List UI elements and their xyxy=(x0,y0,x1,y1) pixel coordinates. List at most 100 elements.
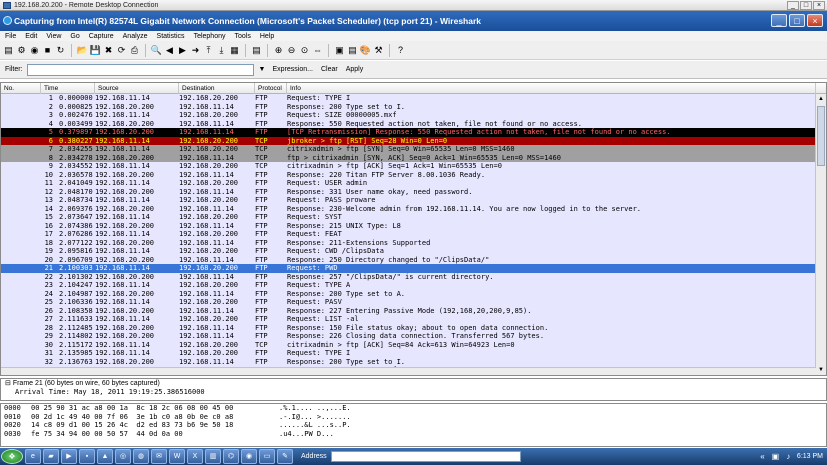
packet-row[interactable]: 32 2.136763 192.168.20.200 192.168.11.14 FTP… xyxy=(1,357,826,366)
column-header-info[interactable]: Info xyxy=(287,83,816,94)
packet-row[interactable]: 5 0.379897 192.168.20.200 192.168.11.14 FTP[… xyxy=(1,128,826,137)
save-file-icon[interactable]: 💾 xyxy=(90,45,101,56)
taskbar-excel-icon[interactable]: X xyxy=(187,449,203,464)
close-button[interactable]: × xyxy=(807,14,823,27)
packet-row[interactable]: 14 2.069376 192.168.20.200 192.168.11.14 FTP… xyxy=(1,204,826,213)
packet-row[interactable]: 30 2.115172 192.168.11.14 192.168.20.200 TCP… xyxy=(1,340,826,349)
filter-input[interactable] xyxy=(26,63,254,76)
interface-list-icon[interactable]: ▤ xyxy=(3,45,14,56)
resize-columns-icon[interactable]: ⇔ xyxy=(312,45,323,56)
packet-row[interactable]: 3 0.002476 192.168.11.14 192.168.20.200 FTP R… xyxy=(1,111,826,120)
taskbar-network-icon[interactable]: ⌬ xyxy=(223,449,239,464)
minimize-button[interactable]: _ xyxy=(771,14,787,27)
packet-row[interactable]: 12 2.048170 192.168.20.200 192.168.11.14 FTP… xyxy=(1,187,826,196)
detail-arrival-row[interactable]: Arrival Time: May 18, 2011 19:19:25.3865… xyxy=(1,388,826,397)
menu-statistics[interactable]: Statistics xyxy=(157,33,185,40)
packet-row[interactable]: 24 2.104987 192.168.20.200 192.168.11.14 FTP… xyxy=(1,289,826,298)
taskbar-cmd-icon[interactable]: ▪ xyxy=(79,449,95,464)
menu-analyze[interactable]: Analyze xyxy=(123,33,148,40)
detail-frame-row[interactable]: ⊟ Frame 21 (60 bytes on wire, 60 bytes c… xyxy=(1,379,826,388)
packet-row[interactable]: 8 2.034278 192.168.20.200 192.168.11.14 TCP f… xyxy=(1,153,826,162)
packet-row[interactable]: 25 2.106336 192.168.11.14 192.168.20.200 FTP… xyxy=(1,298,826,307)
go-last-icon[interactable]: ⤓ xyxy=(216,45,227,56)
column-header-destination[interactable]: Destination xyxy=(179,83,255,94)
colorize-icon[interactable]: ▦ xyxy=(229,45,240,56)
go-forward-icon[interactable]: ▶ xyxy=(177,45,188,56)
close-file-icon[interactable]: ✖ xyxy=(103,45,114,56)
reload-icon[interactable]: ⟳ xyxy=(116,45,127,56)
taskbar-firefox-icon[interactable]: ◍ xyxy=(133,449,149,464)
menu-file[interactable]: File xyxy=(5,33,16,40)
packet-row[interactable]: 9 2.034552 192.168.11.14 192.168.20.200 TCP c… xyxy=(1,162,826,171)
menu-go[interactable]: Go xyxy=(70,33,79,40)
network-tray-icon[interactable]: ▣ xyxy=(771,452,780,461)
apply-button[interactable]: Apply xyxy=(344,66,366,73)
zoom-in-icon[interactable]: ⊕ xyxy=(273,45,284,56)
packet-row[interactable]: 29 2.114802 192.168.20.200 192.168.11.14 FTP… xyxy=(1,332,826,341)
autoscroll-icon[interactable]: ▤ xyxy=(251,45,262,56)
packet-row[interactable]: 28 2.112485 192.168.20.200 192.168.11.14 FTP… xyxy=(1,323,826,332)
packet-row[interactable]: 21 2.100303 192.168.11.14 192.168.20.200 FTP… xyxy=(1,264,826,273)
packet-list[interactable]: No. Time Source Destination Protocol Inf… xyxy=(0,82,827,376)
packet-row[interactable]: 31 2.135985 192.168.11.14 192.168.20.200 FTP… xyxy=(1,349,826,358)
hex-row[interactable]: 0010 00 2d 1c 49 40 00 7f 06 3e 1b c0 a8 … xyxy=(1,413,826,422)
menu-tools[interactable]: Tools xyxy=(234,33,250,40)
column-header-no[interactable]: No. xyxy=(1,83,41,94)
scroll-up-icon[interactable]: ▲ xyxy=(817,95,825,103)
help-icon[interactable]: ? xyxy=(395,45,406,56)
address-input[interactable] xyxy=(330,451,521,462)
packet-row[interactable]: 2 0.000825 192.168.20.200 192.168.11.14 FTP R… xyxy=(1,102,826,111)
go-first-icon[interactable]: ⤒ xyxy=(203,45,214,56)
preferences-icon[interactable]: ⚒ xyxy=(373,45,384,56)
go-to-packet-icon[interactable]: ➜ xyxy=(190,45,201,56)
packet-row[interactable]: 4 0.003499 192.168.20.200 192.168.11.14 FTP R… xyxy=(1,119,826,128)
scroll-thumb[interactable] xyxy=(817,106,825,166)
filter-dropdown-icon[interactable]: ▼ xyxy=(258,64,267,76)
taskbar-vlc-icon[interactable]: ▲ xyxy=(97,449,113,464)
taskbar-vmware-icon[interactable]: ▥ xyxy=(205,449,221,464)
packet-bytes[interactable]: 0000 00 25 90 31 ac a8 00 1a 8c 18 2c 06 … xyxy=(0,403,827,447)
packet-list-vscrollbar[interactable]: ▲ ▼ xyxy=(815,94,826,375)
restart-capture-icon[interactable]: ↻ xyxy=(55,45,66,56)
rdp-minimize-button[interactable]: _ xyxy=(787,1,799,10)
open-file-icon[interactable]: 📂 xyxy=(77,45,88,56)
packet-details[interactable]: ⊟ Frame 21 (60 bytes on wire, 60 bytes c… xyxy=(0,378,827,401)
packet-row[interactable]: 20 2.096709 192.168.20.200 192.168.11.14 FTP… xyxy=(1,255,826,264)
menu-help[interactable]: Help xyxy=(260,33,274,40)
tray-arrow-icon[interactable]: « xyxy=(758,452,767,461)
packet-row[interactable]: 6 0.380227 192.168.11.14 192.168.20.200 TCP j… xyxy=(1,136,826,145)
packet-row[interactable]: 17 2.076286 192.168.11.14 192.168.20.200 FTP… xyxy=(1,230,826,239)
clock[interactable]: 6:13 PM xyxy=(797,453,823,460)
taskbar-media-icon[interactable]: ▶ xyxy=(61,449,77,464)
maximize-button[interactable]: □ xyxy=(789,14,805,27)
hex-row[interactable]: 0020 14 c8 09 d1 00 15 26 4c d2 ed 83 73 … xyxy=(1,421,826,430)
packet-row[interactable]: 10 2.036578 192.168.20.200 192.168.11.14 FTP… xyxy=(1,170,826,179)
taskbar-folder-icon[interactable]: ▰ xyxy=(43,449,59,464)
go-back-icon[interactable]: ◀ xyxy=(164,45,175,56)
volume-icon[interactable]: ♪ xyxy=(784,452,793,461)
packet-row[interactable]: 26 2.108358 192.168.20.200 192.168.11.14 FTP… xyxy=(1,306,826,315)
packet-row[interactable]: 22 2.101302 192.168.20.200 192.168.11.14 FTP… xyxy=(1,272,826,281)
start-button[interactable]: ❖ xyxy=(1,449,23,464)
packet-row[interactable]: 18 2.077122 192.168.20.200 192.168.11.14 FTP… xyxy=(1,238,826,247)
print-icon[interactable]: ⎙ xyxy=(129,45,140,56)
packet-row[interactable]: 16 2.074386 192.168.20.200 192.168.11.14 FTP… xyxy=(1,221,826,230)
expression-button[interactable]: Expression... xyxy=(271,66,315,73)
packet-row[interactable]: 1 0.000000 192.168.11.14 192.168.20.200 FTP R… xyxy=(1,94,826,103)
coloring-rules-icon[interactable]: 🎨 xyxy=(360,45,371,56)
packet-row[interactable]: 7 2.034255 192.168.11.14 192.168.20.200 TCP c… xyxy=(1,145,826,154)
packet-row[interactable]: 27 2.111633 192.168.11.14 192.168.20.200 FTP… xyxy=(1,315,826,324)
column-header-protocol[interactable]: Protocol xyxy=(255,83,287,94)
clear-button[interactable]: Clear xyxy=(319,66,340,73)
zoom-out-icon[interactable]: ⊖ xyxy=(286,45,297,56)
capture-filters-icon[interactable]: ▣ xyxy=(334,45,345,56)
stop-capture-icon[interactable]: ■ xyxy=(42,45,53,56)
menu-view[interactable]: View xyxy=(46,33,61,40)
taskbar-ie-icon[interactable]: e xyxy=(25,449,41,464)
menu-capture[interactable]: Capture xyxy=(89,33,114,40)
taskbar-notes-icon[interactable]: ✎ xyxy=(277,449,293,464)
start-capture-icon[interactable]: ◉ xyxy=(29,45,40,56)
scroll-down-icon[interactable]: ▼ xyxy=(817,366,825,374)
hex-row[interactable]: 0000 00 25 90 31 ac a8 00 1a 8c 18 2c 06 … xyxy=(1,404,826,413)
taskbar-wireshark-icon[interactable]: ◉ xyxy=(241,449,257,464)
